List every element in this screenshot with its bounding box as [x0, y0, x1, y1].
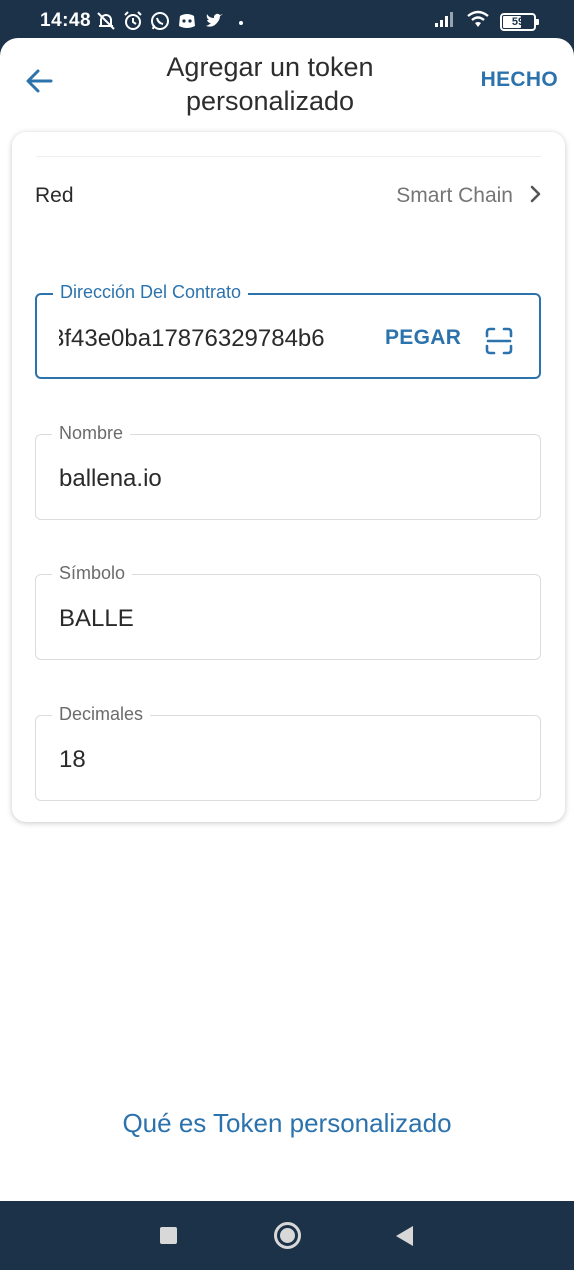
status-bar: 14:48 59 [0, 0, 574, 40]
discord-icon [177, 11, 197, 31]
twitter-icon [204, 11, 224, 31]
add-custom-token-screen: Agregar un token personalizado HECHO Red… [0, 38, 574, 1201]
name-label: Nombre [52, 423, 131, 444]
notification-icons [96, 11, 251, 31]
muted-alarm-icon [96, 11, 116, 31]
arrow-left-icon [26, 69, 53, 93]
status-time: 14:48 [40, 10, 92, 31]
system-status: 59 [434, 10, 539, 33]
network-label: Red [35, 184, 74, 207]
symbol-value: BALLE [59, 605, 134, 632]
home-button[interactable] [274, 1222, 301, 1249]
divider [36, 156, 541, 157]
network-selector[interactable]: Red Smart Chain [12, 170, 565, 220]
decimals-field[interactable]: Decimales 18 [35, 704, 541, 801]
custom-token-help-link[interactable]: Qué es Token personalizado [0, 1108, 574, 1139]
battery-level: 59 [511, 15, 525, 28]
wifi-icon [466, 10, 490, 33]
decimals-label: Decimales [52, 704, 151, 725]
whatsapp-icon [150, 11, 170, 31]
back-button[interactable] [24, 66, 54, 96]
battery-icon: 59 [500, 12, 539, 31]
navigation-bar [0, 1201, 574, 1270]
token-form-card: Red Smart Chain Dirección Del Contrato 3… [12, 132, 565, 822]
contract-address-field[interactable]: Dirección Del Contrato 3f43e0ba178763297… [35, 282, 541, 379]
paste-button[interactable]: PEGAR [385, 326, 461, 350]
alarm-clock-icon [123, 11, 143, 31]
recent-apps-button[interactable] [160, 1227, 177, 1244]
signal-icon [434, 10, 456, 33]
symbol-label: Símbolo [52, 563, 133, 584]
chevron-right-icon [530, 185, 541, 203]
contract-address-label: Dirección Del Contrato [53, 282, 249, 303]
decimals-value: 18 [59, 746, 86, 773]
back-nav-button[interactable] [396, 1226, 413, 1246]
contract-address-value: 3f43e0ba17876329784b6 [59, 325, 325, 352]
network-value: Smart Chain [396, 184, 513, 207]
done-button[interactable]: HECHO [481, 68, 558, 92]
contract-address-input[interactable]: 3f43e0ba17876329784b6 [59, 325, 357, 357]
scan-qr-icon[interactable] [485, 327, 513, 355]
name-value: ballena.io [59, 465, 162, 492]
name-field[interactable]: Nombre ballena.io [35, 423, 541, 520]
symbol-field[interactable]: Símbolo BALLE [35, 563, 541, 660]
dot-icon [231, 11, 251, 31]
page-title: Agregar un token personalizado [166, 52, 374, 116]
